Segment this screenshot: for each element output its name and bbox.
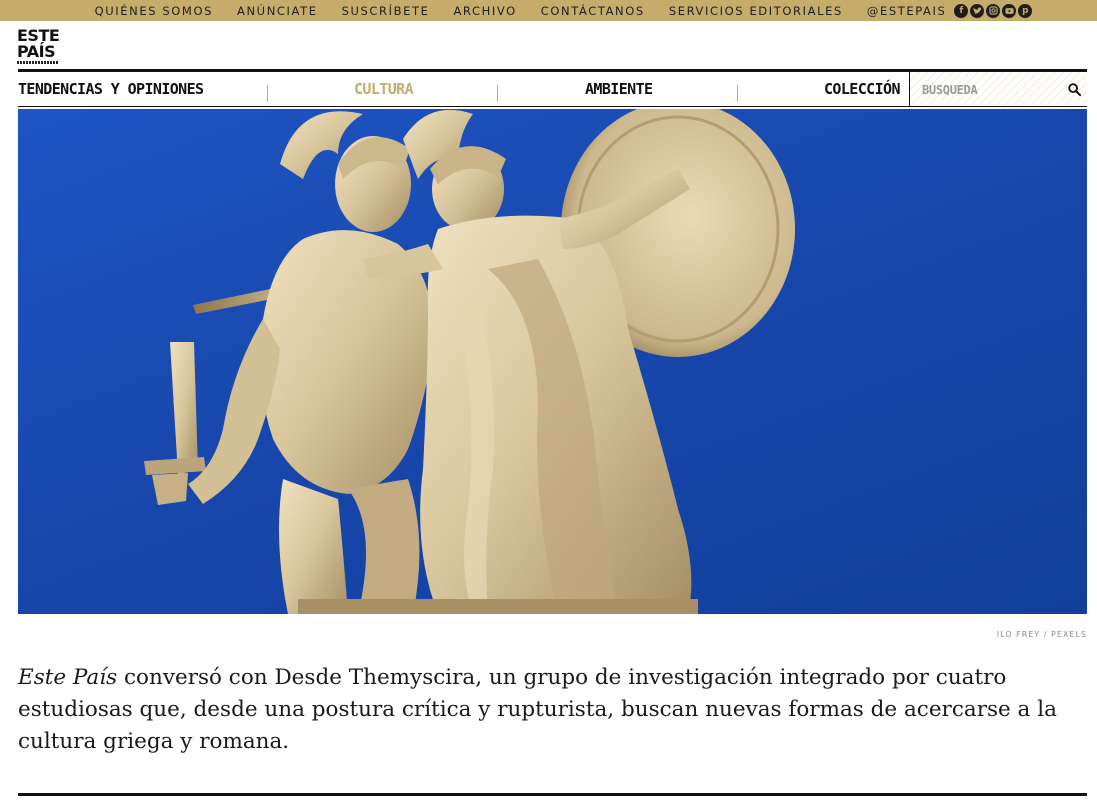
link-estepais-handle[interactable]: @ESTEPAIS [867, 4, 947, 18]
search-input[interactable] [920, 78, 1064, 102]
link-servicios-editoriales[interactable]: SERVICIOS EDITORIALES [669, 4, 843, 18]
section-divider [18, 793, 1087, 796]
pinterest-icon[interactable]: p [1018, 3, 1033, 18]
statue-illustration [144, 109, 795, 614]
nav-cultura[interactable]: CULTURA [354, 80, 414, 98]
social-icons: f p [954, 3, 1034, 18]
search-icon[interactable] [1068, 83, 1081, 96]
instagram-icon[interactable] [986, 3, 1001, 18]
link-anunciate[interactable]: ANÚNCIATE [237, 4, 318, 18]
nav-tendencias-y-opiniones[interactable]: TENDENCIAS Y OPINIONES [18, 80, 204, 98]
photo-credit: ILO FREY / PEXELS [996, 630, 1087, 639]
lead-emphasis: Este País [18, 665, 118, 690]
logo-line-2: PAÍS [17, 42, 56, 61]
hero-image [18, 109, 1087, 614]
facebook-icon[interactable]: f [954, 3, 969, 18]
top-links: QUIÉNES SOMOS ANÚNCIATE SUSCRÍBETE ARCHI… [83, 4, 953, 18]
lead-text: conversó con Desde Themyscira, un grupo … [18, 665, 1057, 754]
article-lead: Este País conversó con Desde Themyscira,… [18, 662, 1087, 758]
link-archivo[interactable]: ARCHIVO [453, 4, 516, 18]
nav-divider [497, 85, 498, 102]
site-logo[interactable]: ESTE PAÍS [17, 28, 63, 66]
link-quienes-somos[interactable]: QUIÉNES SOMOS [95, 4, 213, 18]
link-suscribete[interactable]: SUSCRÍBETE [342, 4, 430, 18]
nav-coleccion[interactable]: COLECCIÓN [824, 80, 900, 98]
search-box [909, 72, 1087, 106]
youtube-icon[interactable] [1002, 3, 1017, 18]
link-contactanos[interactable]: CONTÁCTANOS [541, 4, 645, 18]
nav-divider [737, 85, 738, 102]
nav-ambiente[interactable]: AMBIENTE [585, 80, 653, 98]
main-nav: TENDENCIAS Y OPINIONES CULTURA AMBIENTE … [18, 69, 1087, 107]
nav-divider [267, 85, 268, 102]
logo-tagline-mark [17, 61, 59, 64]
top-bar: QUIÉNES SOMOS ANÚNCIATE SUSCRÍBETE ARCHI… [0, 0, 1097, 21]
twitter-icon[interactable] [970, 3, 985, 18]
